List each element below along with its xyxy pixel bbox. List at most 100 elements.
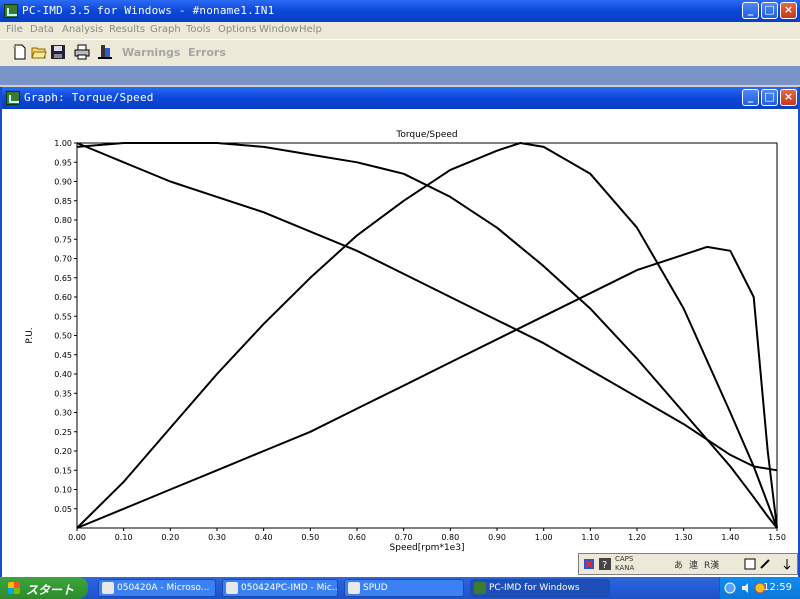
pcimd-icon (474, 582, 486, 594)
menu-bar: File Data Analysis Results Graph Tools O… (0, 22, 800, 39)
ime-pad-icon[interactable] (744, 558, 756, 570)
menu-graph[interactable]: Graph (150, 24, 181, 35)
menu-results[interactable]: Results (109, 24, 145, 35)
tray-back-icon[interactable] (724, 582, 736, 594)
y-tick-label: 0.15 (54, 466, 72, 475)
x-tick-label: 0.80 (441, 533, 459, 542)
menu-analysis[interactable]: Analysis (62, 24, 103, 35)
x-tick-label: 0.10 (115, 533, 133, 542)
taskbar-item-spud[interactable]: SPUD (344, 579, 464, 597)
ime-hiragana[interactable]: あ (674, 558, 683, 571)
x-tick-label: 0.90 (488, 533, 506, 542)
word-icon (226, 582, 238, 594)
maximize-button[interactable]: □ (761, 2, 778, 19)
ime-tool-icon[interactable] (583, 558, 595, 570)
series-line-2 (76, 142, 778, 529)
y-tick-label: 0.80 (54, 216, 72, 225)
y-axis-label: P.U. (25, 327, 35, 343)
start-button[interactable]: スタート (0, 577, 88, 599)
y-tick-label: 0.30 (54, 409, 72, 418)
x-tick-label: 1.20 (628, 533, 646, 542)
ime-toolbar: ? CAPS KANA あ 連 R漢 (578, 553, 798, 575)
app-icon (4, 4, 18, 18)
graph-maximize-button[interactable]: □ (761, 89, 778, 106)
print-icon[interactable] (74, 44, 90, 60)
y-tick-label: 0.35 (54, 389, 72, 398)
x-tick-label: 0.00 (68, 533, 86, 542)
y-tick-label: 0.40 (54, 370, 72, 379)
series-line-1 (76, 142, 778, 472)
ime-caps: CAPS (615, 555, 634, 563)
menu-data[interactable]: Data (30, 24, 54, 35)
ime-kana: KANA (615, 564, 635, 572)
plot-area: Torque/Speed Speed[rpm*1e3] P.U. 0.00 0.10 0.… (2, 109, 798, 577)
y-tick-label: 0.55 (54, 312, 72, 321)
x-tick-label: 1.30 (675, 533, 693, 542)
graph-title: Graph: Torque/Speed (24, 91, 154, 104)
y-tick-label: 0.85 (54, 197, 72, 206)
x-tick-label: 1.50 (768, 533, 786, 542)
menu-options[interactable]: Options (218, 24, 257, 35)
y-tick-label: 0.75 (54, 235, 72, 244)
warnings-button[interactable]: Warnings (122, 46, 180, 59)
mdi-background (0, 66, 800, 85)
clock: 12:59 (763, 582, 792, 593)
x-axis-label: Speed[rpm*1e3] (390, 543, 465, 553)
taskbar-item-label: PC-IMD for Windows (489, 583, 580, 593)
ime-brush-icon[interactable] (759, 558, 771, 570)
y-tick-label: 0.50 (54, 332, 72, 341)
graph-close-button[interactable]: × (780, 89, 797, 106)
x-tick-label: 1.00 (535, 533, 553, 542)
x-tick-label: 0.20 (161, 533, 179, 542)
y-tick-label: 0.10 (54, 486, 72, 495)
menu-file[interactable]: File (6, 24, 23, 35)
new-file-icon[interactable] (12, 44, 28, 60)
app-title-bar: PC-IMD 3.5 for Windows - #noname1.IN1 _ … (0, 0, 800, 22)
start-label: スタート (26, 583, 75, 597)
open-folder-icon[interactable] (31, 44, 47, 60)
ime-ren[interactable]: 連 (689, 558, 698, 571)
ime-options-icon[interactable] (781, 558, 793, 570)
system-tray: 12:59 (719, 577, 800, 599)
x-tick-label: 0.50 (301, 533, 319, 542)
x-tick-label: 1.40 (721, 533, 739, 542)
y-tick-label: 0.70 (54, 255, 72, 264)
ime-kanji[interactable]: R漢 (704, 558, 719, 571)
menu-window[interactable]: Window (259, 24, 298, 35)
graph-title-bar: Graph: Torque/Speed _ □ × (2, 87, 798, 109)
y-tick-label: 0.65 (54, 274, 72, 283)
excel-icon (102, 582, 114, 594)
menu-tools[interactable]: Tools (186, 24, 211, 35)
windows-logo-icon (8, 582, 20, 594)
errors-button[interactable]: Errors (188, 46, 226, 59)
save-icon[interactable] (50, 44, 66, 60)
taskbar-item-label: 050420A - Microso... (117, 583, 210, 593)
torque-speed-chart: Torque/Speed Speed[rpm*1e3] P.U. 0.00 0.10 0.… (25, 130, 786, 553)
x-tick-label: 1.10 (581, 533, 599, 542)
y-tick-label: 0.90 (54, 178, 72, 187)
close-button[interactable]: × (780, 2, 797, 19)
taskbar-item-excel[interactable]: 050420A - Microso... (98, 579, 216, 597)
motor-icon[interactable] (97, 44, 113, 60)
menu-help[interactable]: Help (299, 24, 322, 35)
x-tick-label: 0.40 (255, 533, 273, 542)
volume-icon[interactable] (740, 582, 752, 594)
ime-help-icon[interactable]: ? (599, 558, 611, 570)
series-line-3 (76, 142, 778, 529)
y-tick-label: 0.45 (54, 351, 72, 360)
y-tick-label: 1.00 (54, 139, 72, 148)
taskbar-item-pcimd[interactable]: PC-IMD for Windows (470, 579, 610, 597)
taskbar: スタート 050420A - Microso... 050424PC-IMD -… (0, 577, 800, 599)
toolbar: Warnings Errors (0, 39, 800, 67)
taskbar-item-word[interactable]: 050424PC-IMD - Mic... (222, 579, 338, 597)
y-tick-label: 0.60 (54, 293, 72, 302)
minimize-button[interactable]: _ (742, 2, 759, 19)
taskbar-item-label: 050424PC-IMD - Mic... (241, 583, 338, 593)
svg-text:?: ? (602, 560, 607, 570)
app-title: PC-IMD 3.5 for Windows - #noname1.IN1 (22, 4, 275, 17)
x-tick-label: 0.70 (395, 533, 413, 542)
y-tick-label: 0.95 (54, 158, 72, 167)
graph-minimize-button[interactable]: _ (742, 89, 759, 106)
taskbar-item-label: SPUD (363, 583, 388, 593)
spud-icon (348, 582, 360, 594)
